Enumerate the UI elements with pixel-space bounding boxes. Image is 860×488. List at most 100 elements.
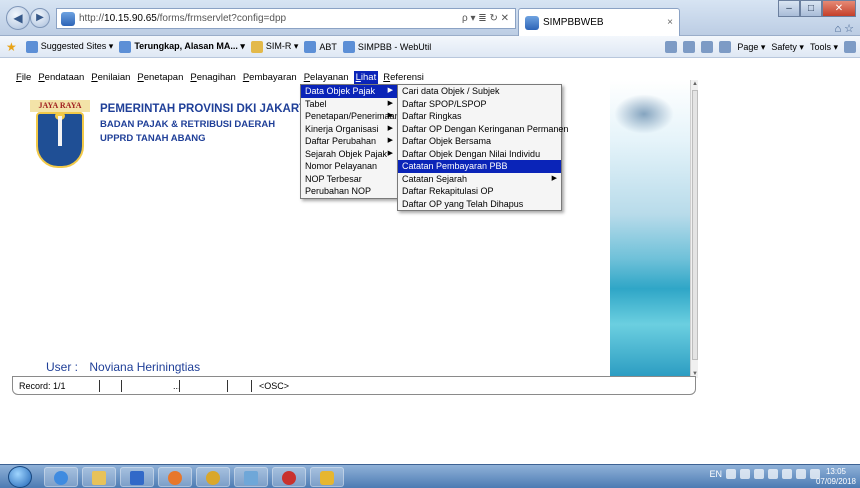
submenu-item[interactable]: Catatan Sejarah ▶ bbox=[398, 173, 561, 186]
lihat-menu-item[interactable]: Nomor Pelayanan bbox=[301, 160, 397, 173]
vertical-scrollbar[interactable]: ▲ ▼ bbox=[690, 80, 698, 378]
submenu-item[interactable]: Daftar OP yang Telah Dihapus bbox=[398, 198, 561, 211]
user-label: User : bbox=[46, 360, 79, 374]
menu-pelayanan[interactable]: Pelayanan bbox=[302, 71, 351, 85]
submenu-item[interactable]: Daftar Ringkas bbox=[398, 110, 561, 123]
tray-icon[interactable] bbox=[754, 469, 764, 479]
submenu-item-label: Daftar OP Dengan Keringanan Permanen bbox=[402, 123, 569, 134]
tab-close-icon[interactable]: × bbox=[667, 17, 673, 28]
scroll-up-icon[interactable]: ▲ bbox=[691, 80, 699, 88]
taskbar-firefox[interactable] bbox=[158, 467, 192, 487]
menu-penilaian[interactable]: Penilaian bbox=[89, 71, 132, 85]
taskbar-ie[interactable] bbox=[44, 467, 78, 487]
back-arrow-icon[interactable]: ◀ bbox=[6, 6, 30, 30]
minimize-icon[interactable]: – bbox=[778, 0, 800, 17]
fav-abt[interactable]: ABT bbox=[304, 40, 337, 53]
submenu-item[interactable]: Daftar Objek Dengan Nilai Individu bbox=[398, 148, 561, 161]
favorites-star-icon[interactable]: ★ bbox=[6, 41, 20, 53]
fav-suggested-sites[interactable]: Suggested Sites ▾ bbox=[25, 40, 113, 53]
home-icon[interactable] bbox=[665, 41, 678, 53]
safety-menu[interactable]: Safety ▾ bbox=[771, 42, 804, 53]
org-line3: UPPRD TANAH ABANG bbox=[100, 133, 206, 144]
user-display: User : Noviana Heriningtias bbox=[46, 360, 200, 374]
submenu-arrow-icon: ▶ bbox=[551, 174, 557, 182]
clock[interactable]: 13:05 07/09/2018 bbox=[816, 467, 856, 487]
menu-penetapan[interactable]: Penetapan bbox=[135, 71, 185, 85]
lihat-menu-item[interactable]: Perubahan NOP bbox=[301, 185, 397, 198]
lihat-menu-item[interactable]: NOP Terbesar bbox=[301, 173, 397, 186]
language-indicator[interactable]: EN bbox=[709, 469, 722, 479]
org-line2: BADAN PAJAK & RETRIBUSI DAERAH bbox=[100, 119, 276, 130]
submenu-item-label: Daftar Ringkas bbox=[402, 111, 462, 121]
submenu-item[interactable]: Daftar OP Dengan Keringanan Permanen bbox=[398, 123, 568, 136]
maximize-icon[interactable]: □ bbox=[800, 0, 822, 17]
menu-lihat[interactable]: Lihat bbox=[353, 71, 379, 85]
home-star-icons[interactable]: ⌂ ☆ bbox=[834, 22, 854, 35]
address-tools[interactable]: ρ ▾ ≣ ↻ ✕ bbox=[462, 13, 515, 24]
browser-tab[interactable]: SIMPBBWEB × bbox=[518, 8, 680, 36]
volume-icon[interactable] bbox=[796, 469, 806, 479]
ie-page-icon bbox=[342, 40, 355, 53]
submenu-item[interactable]: Cari data Objek / Subjek bbox=[398, 85, 561, 98]
submenu-item-label: Catatan Sejarah bbox=[402, 173, 468, 184]
address-bar[interactable]: http://10.15.90.65/forms/frmservlet?conf… bbox=[56, 8, 516, 29]
menu-penagihan[interactable]: Penagihan bbox=[188, 71, 237, 85]
taskbar-opera[interactable] bbox=[272, 467, 306, 487]
taskbar-app[interactable] bbox=[234, 467, 268, 487]
tray-icon[interactable] bbox=[768, 469, 778, 479]
submenu-item[interactable]: Daftar Rekapitulasi OP bbox=[398, 185, 561, 198]
submenu-item-label: Cari data Objek / Subjek bbox=[402, 86, 500, 96]
tools-menu[interactable]: Tools ▾ bbox=[810, 42, 838, 53]
submenu-item-label: Daftar SPOP/LSPOP bbox=[402, 98, 487, 109]
taskbar-chrome[interactable] bbox=[196, 467, 230, 487]
print-icon[interactable] bbox=[719, 41, 732, 53]
start-button[interactable] bbox=[8, 466, 32, 488]
mail-icon bbox=[250, 40, 263, 53]
forward-arrow-icon[interactable]: ▶ bbox=[30, 8, 50, 28]
lihat-menu-item-label: Sejarah Objek Pajak bbox=[305, 148, 388, 159]
page-content: File Pendataan Penilaian Penetapan Penag… bbox=[0, 58, 860, 464]
user-name: Noviana Heriningtias bbox=[89, 360, 201, 374]
tray-icon[interactable] bbox=[740, 469, 750, 479]
address-url[interactable]: http://10.15.90.65/forms/frmservlet?conf… bbox=[79, 13, 462, 24]
taskbar-shield[interactable] bbox=[310, 467, 344, 487]
mail-icon[interactable] bbox=[701, 41, 714, 53]
menu-pembayaran[interactable]: Pembayaran bbox=[241, 71, 299, 85]
lihat-menu-item-label: Penetapan/Penerimaan bbox=[305, 111, 400, 121]
lihat-menu-item[interactable]: Tabel ▶ bbox=[301, 98, 397, 111]
taskbar-media[interactable] bbox=[120, 467, 154, 487]
app-menubar: File Pendataan Penilaian Penetapan Penag… bbox=[14, 71, 429, 85]
dki-jakarta-logo: JAYA RAYA bbox=[30, 100, 90, 168]
page-menu[interactable]: Page ▾ bbox=[737, 42, 765, 53]
help-icon[interactable] bbox=[844, 41, 856, 53]
network-icon[interactable] bbox=[782, 469, 792, 479]
scroll-thumb[interactable] bbox=[692, 90, 698, 360]
clock-time: 13:05 bbox=[825, 467, 846, 476]
submenu-item[interactable]: Daftar SPOP/LSPOP bbox=[398, 98, 561, 111]
help-icon[interactable] bbox=[726, 469, 736, 479]
osc-indicator: <OSC> bbox=[259, 381, 290, 391]
fav-sim-r[interactable]: SIM-R ▾ bbox=[250, 40, 298, 53]
submenu-arrow-icon: ▶ bbox=[387, 149, 393, 157]
lihat-menu-item[interactable]: Sejarah Objek Pajak ▶ bbox=[301, 148, 397, 161]
feeds-icon[interactable] bbox=[683, 41, 696, 53]
menu-pendataan[interactable]: Pendataan bbox=[36, 71, 86, 85]
lihat-menu-item[interactable]: Daftar Perubahan ▶ bbox=[301, 135, 397, 148]
taskbar-explorer[interactable] bbox=[82, 467, 116, 487]
lihat-menu-item[interactable]: Penetapan/Penerimaan ▶ bbox=[301, 110, 400, 123]
menu-file[interactable]: File bbox=[14, 71, 33, 85]
lihat-menu-item-label: Daftar Perubahan bbox=[305, 136, 377, 146]
window-controls: – □ ✕ bbox=[778, 0, 856, 17]
lihat-menu-item[interactable]: Data Objek Pajak ▶ bbox=[301, 85, 397, 98]
fav-simpbb-webutil[interactable]: SIMPBB - WebUtil bbox=[342, 40, 431, 53]
submenu-item[interactable]: Daftar Objek Bersama bbox=[398, 135, 561, 148]
submenu-item[interactable]: Catatan Pembayaran PBB bbox=[398, 160, 561, 173]
system-tray: EN bbox=[709, 469, 820, 479]
lihat-menu-item-label: NOP Terbesar bbox=[305, 173, 362, 184]
lihat-menu-item[interactable]: Kinerja Organisasi ▶ bbox=[301, 123, 397, 136]
fav-terungkap[interactable]: Terungkap, Alasan MA... ▾ bbox=[119, 40, 245, 53]
org-line1: PEMERINTAH PROVINSI DKI JAKARTA bbox=[100, 103, 314, 115]
close-icon[interactable]: ✕ bbox=[822, 0, 856, 17]
menu-referensi[interactable]: Referensi bbox=[381, 71, 426, 85]
ie-page-icon bbox=[61, 11, 75, 26]
